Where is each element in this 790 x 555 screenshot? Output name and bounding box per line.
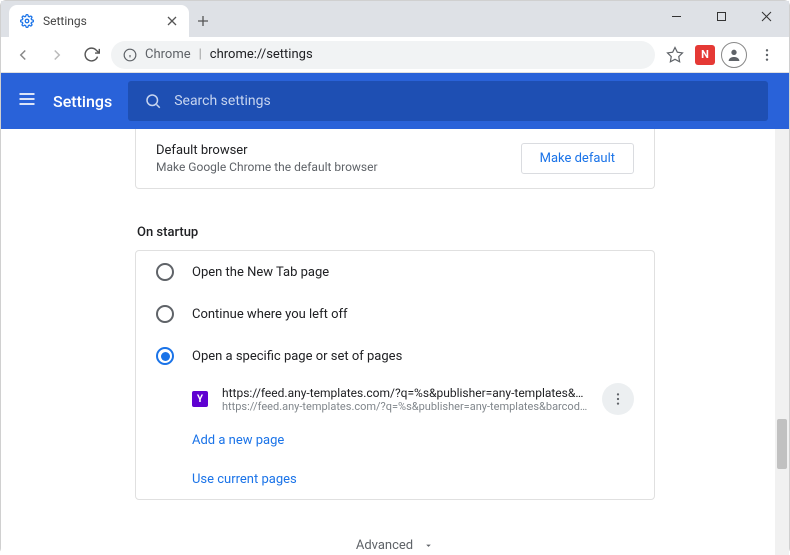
radio-icon-selected [156, 347, 174, 365]
hamburger-icon[interactable] [17, 89, 37, 113]
search-icon [144, 92, 162, 110]
default-browser-title: Default browser [156, 143, 521, 158]
advanced-label: Advanced [356, 538, 413, 553]
profile-button[interactable] [721, 42, 747, 68]
scrollbar[interactable] [775, 129, 789, 555]
window-controls [654, 1, 789, 31]
extension-icon[interactable]: N [695, 45, 715, 65]
use-current-pages-link[interactable]: Use current pages [136, 460, 654, 499]
startup-option-continue[interactable]: Continue where you left off [136, 293, 654, 335]
close-window-button[interactable] [744, 1, 789, 31]
page-url-sub: https://feed.any-templates.com/?q=%s&pub… [222, 400, 588, 413]
default-browser-card: Default browser Make Google Chrome the d… [135, 129, 655, 189]
settings-header: Settings [1, 73, 789, 129]
page-url-main: https://feed.any-templates.com/?q=%s&pub… [222, 386, 588, 400]
info-icon [123, 48, 137, 62]
radio-label: Open the New Tab page [192, 265, 329, 280]
close-icon[interactable] [165, 14, 179, 28]
radio-label: Continue where you left off [192, 307, 348, 322]
page-title: Settings [53, 92, 112, 111]
reload-button[interactable] [77, 41, 105, 69]
window-titlebar: Settings [1, 1, 789, 37]
omnibox-chip: Chrome [145, 47, 191, 62]
startup-page-entry: Y https://feed.any-templates.com/?q=%s&p… [136, 377, 654, 421]
bookmark-button[interactable] [661, 41, 689, 69]
default-browser-subtitle: Make Google Chrome the default browser [156, 160, 521, 174]
browser-tab[interactable]: Settings [9, 5, 189, 37]
search-box[interactable] [128, 81, 768, 121]
radio-label: Open a specific page or set of pages [192, 349, 402, 364]
back-button[interactable] [9, 41, 37, 69]
startup-section-title: On startup [137, 225, 657, 240]
forward-button[interactable] [43, 41, 71, 69]
content-area: Default browser Make Google Chrome the d… [1, 129, 789, 555]
startup-option-specific-page[interactable]: Open a specific page or set of pages [136, 335, 654, 377]
menu-button[interactable] [753, 41, 781, 69]
startup-option-new-tab[interactable]: Open the New Tab page [136, 251, 654, 293]
favicon-icon: Y [192, 391, 208, 407]
radio-icon [156, 263, 174, 281]
maximize-button[interactable] [699, 1, 744, 31]
make-default-button[interactable]: Make default [521, 143, 634, 174]
more-actions-button[interactable] [602, 383, 634, 415]
tab-title: Settings [43, 14, 157, 28]
advanced-toggle[interactable]: Advanced [135, 520, 655, 555]
omnibox-separator: | [199, 47, 202, 62]
omnibox-url: chrome://settings [210, 47, 313, 62]
new-tab-button[interactable] [189, 7, 217, 35]
settings-icon [19, 13, 35, 29]
search-input[interactable] [174, 93, 752, 109]
radio-icon [156, 305, 174, 323]
startup-card: Open the New Tab page Continue where you… [135, 250, 655, 500]
scrollbar-thumb[interactable] [777, 419, 787, 469]
minimize-button[interactable] [654, 1, 699, 31]
chevron-down-icon [423, 540, 434, 551]
address-bar: Chrome | chrome://settings N [1, 37, 789, 73]
add-new-page-link[interactable]: Add a new page [136, 421, 654, 460]
omnibox[interactable]: Chrome | chrome://settings [111, 41, 655, 69]
